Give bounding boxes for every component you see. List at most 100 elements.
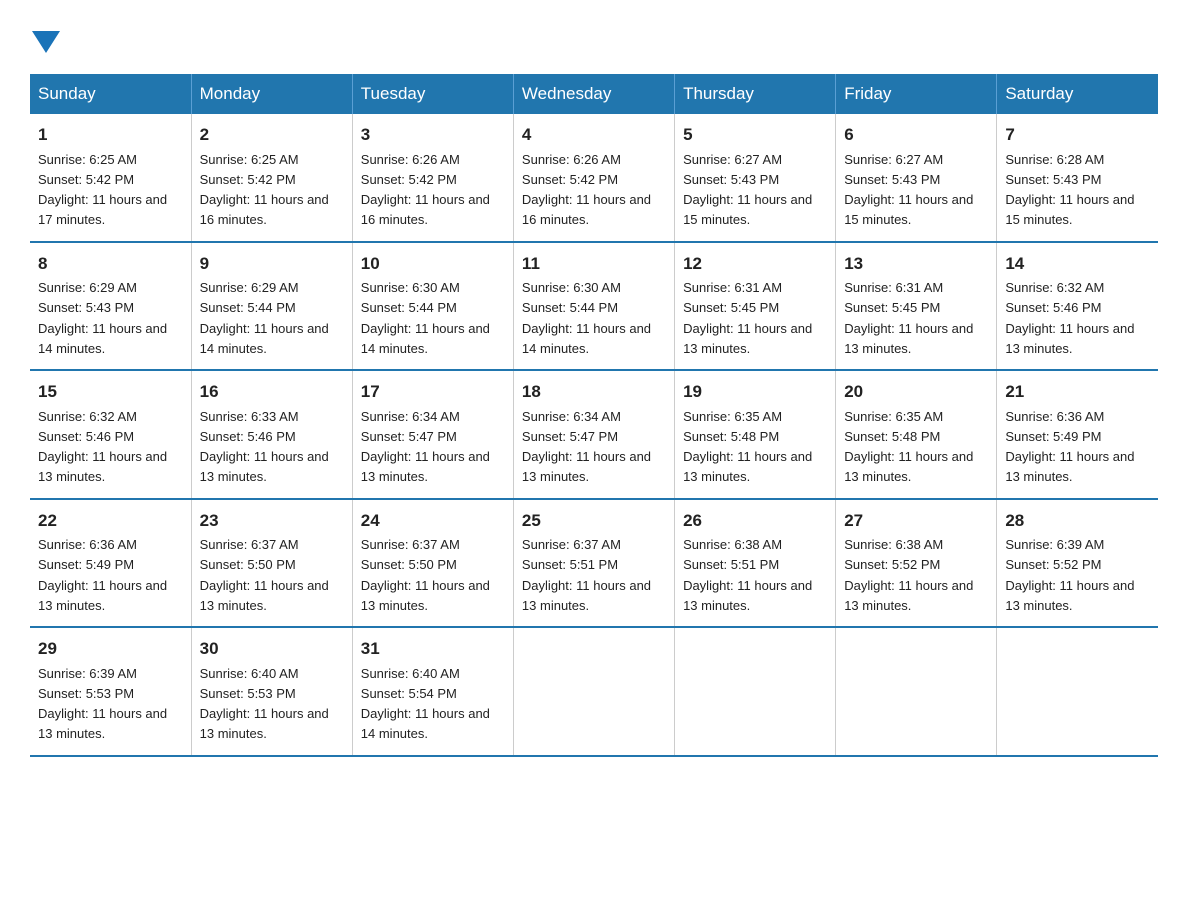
day-info: Sunrise: 6:30 AMSunset: 5:44 PMDaylight:… xyxy=(361,280,490,356)
day-info: Sunrise: 6:40 AMSunset: 5:54 PMDaylight:… xyxy=(361,666,490,742)
calendar-header-wednesday: Wednesday xyxy=(513,74,674,114)
day-info: Sunrise: 6:29 AMSunset: 5:44 PMDaylight:… xyxy=(200,280,329,356)
day-number: 3 xyxy=(361,122,505,148)
day-number: 14 xyxy=(1005,251,1150,277)
day-info: Sunrise: 6:25 AMSunset: 5:42 PMDaylight:… xyxy=(200,152,329,228)
calendar-cell: 9 Sunrise: 6:29 AMSunset: 5:44 PMDaylight… xyxy=(191,242,352,371)
calendar-week-row: 1 Sunrise: 6:25 AMSunset: 5:42 PMDaylight… xyxy=(30,114,1158,242)
calendar-table: SundayMondayTuesdayWednesdayThursdayFrid… xyxy=(30,74,1158,757)
calendar-header-tuesday: Tuesday xyxy=(352,74,513,114)
calendar-cell: 12Sunrise: 6:31 AMSunset: 5:45 PMDayligh… xyxy=(675,242,836,371)
calendar-header-friday: Friday xyxy=(836,74,997,114)
calendar-cell: 31 Sunrise: 6:40 AMSunset: 5:54 PMDayligh… xyxy=(352,627,513,756)
calendar-header-sunday: Sunday xyxy=(30,74,191,114)
day-info: Sunrise: 6:32 AMSunset: 5:46 PMDaylight:… xyxy=(1005,280,1134,356)
day-info: Sunrise: 6:39 AMSunset: 5:53 PMDaylight:… xyxy=(38,666,167,742)
day-number: 31 xyxy=(361,636,505,662)
day-info: Sunrise: 6:28 AMSunset: 5:43 PMDaylight:… xyxy=(1005,152,1134,228)
calendar-cell xyxy=(513,627,674,756)
calendar-cell: 21Sunrise: 6:36 AMSunset: 5:49 PMDayligh… xyxy=(997,370,1158,499)
day-info: Sunrise: 6:31 AMSunset: 5:45 PMDaylight:… xyxy=(683,280,812,356)
day-number: 23 xyxy=(200,508,344,534)
day-number: 22 xyxy=(38,508,183,534)
calendar-cell: 4 Sunrise: 6:26 AMSunset: 5:42 PMDaylight… xyxy=(513,114,674,242)
day-info: Sunrise: 6:37 AMSunset: 5:50 PMDaylight:… xyxy=(361,537,490,613)
day-number: 26 xyxy=(683,508,827,534)
day-number: 15 xyxy=(38,379,183,405)
day-info: Sunrise: 6:33 AMSunset: 5:46 PMDaylight:… xyxy=(200,409,329,485)
day-number: 4 xyxy=(522,122,666,148)
day-number: 18 xyxy=(522,379,666,405)
day-info: Sunrise: 6:34 AMSunset: 5:47 PMDaylight:… xyxy=(361,409,490,485)
calendar-cell: 22 Sunrise: 6:36 AMSunset: 5:49 PMDayligh… xyxy=(30,499,191,628)
calendar-cell: 25 Sunrise: 6:37 AMSunset: 5:51 PMDayligh… xyxy=(513,499,674,628)
day-info: Sunrise: 6:38 AMSunset: 5:52 PMDaylight:… xyxy=(844,537,973,613)
calendar-header-saturday: Saturday xyxy=(997,74,1158,114)
calendar-cell xyxy=(675,627,836,756)
day-info: Sunrise: 6:39 AMSunset: 5:52 PMDaylight:… xyxy=(1005,537,1134,613)
calendar-cell: 2 Sunrise: 6:25 AMSunset: 5:42 PMDaylight… xyxy=(191,114,352,242)
calendar-cell: 6 Sunrise: 6:27 AMSunset: 5:43 PMDaylight… xyxy=(836,114,997,242)
day-number: 10 xyxy=(361,251,505,277)
calendar-cell xyxy=(836,627,997,756)
day-number: 19 xyxy=(683,379,827,405)
calendar-week-row: 8 Sunrise: 6:29 AMSunset: 5:43 PMDaylight… xyxy=(30,242,1158,371)
day-info: Sunrise: 6:29 AMSunset: 5:43 PMDaylight:… xyxy=(38,280,167,356)
calendar-cell: 10 Sunrise: 6:30 AMSunset: 5:44 PMDayligh… xyxy=(352,242,513,371)
calendar-cell: 11 Sunrise: 6:30 AMSunset: 5:44 PMDayligh… xyxy=(513,242,674,371)
calendar-cell: 20 Sunrise: 6:35 AMSunset: 5:48 PMDayligh… xyxy=(836,370,997,499)
calendar-cell: 27 Sunrise: 6:38 AMSunset: 5:52 PMDayligh… xyxy=(836,499,997,628)
calendar-header-thursday: Thursday xyxy=(675,74,836,114)
day-info: Sunrise: 6:35 AMSunset: 5:48 PMDaylight:… xyxy=(683,409,812,485)
day-number: 25 xyxy=(522,508,666,534)
day-info: Sunrise: 6:27 AMSunset: 5:43 PMDaylight:… xyxy=(844,152,973,228)
day-info: Sunrise: 6:34 AMSunset: 5:47 PMDaylight:… xyxy=(522,409,651,485)
calendar-cell: 8 Sunrise: 6:29 AMSunset: 5:43 PMDaylight… xyxy=(30,242,191,371)
day-number: 7 xyxy=(1005,122,1150,148)
day-info: Sunrise: 6:36 AMSunset: 5:49 PMDaylight:… xyxy=(38,537,167,613)
day-number: 29 xyxy=(38,636,183,662)
day-number: 20 xyxy=(844,379,988,405)
calendar-cell: 19 Sunrise: 6:35 AMSunset: 5:48 PMDayligh… xyxy=(675,370,836,499)
day-info: Sunrise: 6:36 AMSunset: 5:49 PMDaylight:… xyxy=(1005,409,1134,485)
day-info: Sunrise: 6:40 AMSunset: 5:53 PMDaylight:… xyxy=(200,666,329,742)
day-info: Sunrise: 6:25 AMSunset: 5:42 PMDaylight:… xyxy=(38,152,167,228)
day-info: Sunrise: 6:26 AMSunset: 5:42 PMDaylight:… xyxy=(361,152,490,228)
day-number: 1 xyxy=(38,122,183,148)
day-number: 8 xyxy=(38,251,183,277)
day-number: 2 xyxy=(200,122,344,148)
day-info: Sunrise: 6:35 AMSunset: 5:48 PMDaylight:… xyxy=(844,409,973,485)
calendar-cell xyxy=(997,627,1158,756)
day-number: 5 xyxy=(683,122,827,148)
day-info: Sunrise: 6:37 AMSunset: 5:51 PMDaylight:… xyxy=(522,537,651,613)
day-info: Sunrise: 6:30 AMSunset: 5:44 PMDaylight:… xyxy=(522,280,651,356)
day-number: 27 xyxy=(844,508,988,534)
calendar-cell: 18 Sunrise: 6:34 AMSunset: 5:47 PMDayligh… xyxy=(513,370,674,499)
header xyxy=(30,20,1158,58)
calendar-cell: 1 Sunrise: 6:25 AMSunset: 5:42 PMDaylight… xyxy=(30,114,191,242)
calendar-week-row: 15 Sunrise: 6:32 AMSunset: 5:46 PMDayligh… xyxy=(30,370,1158,499)
calendar-cell: 13 Sunrise: 6:31 AMSunset: 5:45 PMDayligh… xyxy=(836,242,997,371)
calendar-cell: 5 Sunrise: 6:27 AMSunset: 5:43 PMDaylight… xyxy=(675,114,836,242)
day-info: Sunrise: 6:32 AMSunset: 5:46 PMDaylight:… xyxy=(38,409,167,485)
day-number: 13 xyxy=(844,251,988,277)
calendar-cell: 24Sunrise: 6:37 AMSunset: 5:50 PMDayligh… xyxy=(352,499,513,628)
day-info: Sunrise: 6:31 AMSunset: 5:45 PMDaylight:… xyxy=(844,280,973,356)
day-info: Sunrise: 6:27 AMSunset: 5:43 PMDaylight:… xyxy=(683,152,812,228)
calendar-header-monday: Monday xyxy=(191,74,352,114)
calendar-cell: 23Sunrise: 6:37 AMSunset: 5:50 PMDayligh… xyxy=(191,499,352,628)
day-number: 16 xyxy=(200,379,344,405)
day-number: 9 xyxy=(200,251,344,277)
day-number: 11 xyxy=(522,251,666,277)
calendar-cell: 30 Sunrise: 6:40 AMSunset: 5:53 PMDayligh… xyxy=(191,627,352,756)
calendar-cell: 26Sunrise: 6:38 AMSunset: 5:51 PMDayligh… xyxy=(675,499,836,628)
calendar-cell: 29 Sunrise: 6:39 AMSunset: 5:53 PMDayligh… xyxy=(30,627,191,756)
logo-arrow-icon xyxy=(30,35,60,53)
day-number: 30 xyxy=(200,636,344,662)
calendar-week-row: 29 Sunrise: 6:39 AMSunset: 5:53 PMDayligh… xyxy=(30,627,1158,756)
calendar-header-row: SundayMondayTuesdayWednesdayThursdayFrid… xyxy=(30,74,1158,114)
day-number: 28 xyxy=(1005,508,1150,534)
calendar-week-row: 22 Sunrise: 6:36 AMSunset: 5:49 PMDayligh… xyxy=(30,499,1158,628)
day-info: Sunrise: 6:26 AMSunset: 5:42 PMDaylight:… xyxy=(522,152,651,228)
day-number: 6 xyxy=(844,122,988,148)
